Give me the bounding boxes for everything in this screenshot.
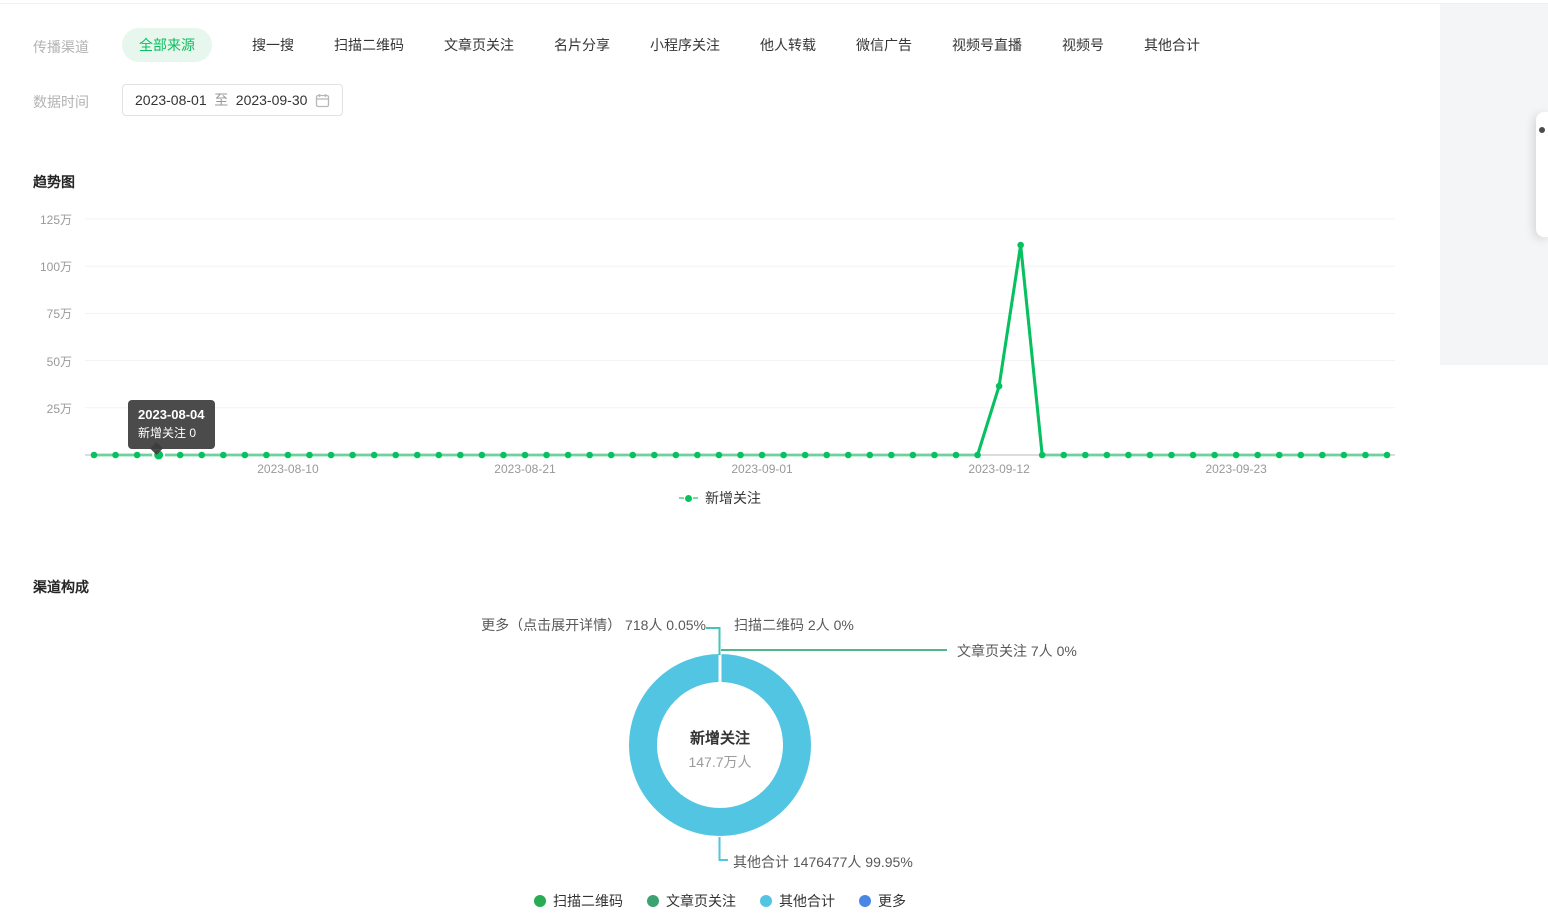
pie-legend-item-2[interactable]: 其他合计 bbox=[760, 891, 835, 911]
y-axis-tick-2: 50万 bbox=[46, 354, 72, 369]
line-series-icon bbox=[679, 494, 698, 502]
x-axis-tick-2: 2023-09-01 bbox=[731, 462, 793, 476]
floating-side-widget[interactable] bbox=[1536, 112, 1548, 237]
tooltip-date: 2023-08-04 bbox=[138, 407, 205, 422]
callout-scan-qr: 扫描二维码 2人 0% bbox=[734, 617, 854, 633]
trend-tooltip: 2023-08-04 新增关注 0 bbox=[128, 400, 215, 455]
trend-legend-label: 新增关注 bbox=[705, 490, 761, 506]
legend-label: 更多 bbox=[878, 893, 906, 909]
x-axis-tick-4: 2023-09-23 bbox=[1205, 462, 1267, 476]
pie-legend-item-0[interactable]: 扫描二维码 bbox=[534, 891, 623, 911]
right-background-panel bbox=[1440, 4, 1548, 365]
donut-center-value: 147.7万人 bbox=[688, 754, 752, 770]
callout-more[interactable]: 更多（点击展开详情） 718人 0.05% bbox=[481, 615, 706, 635]
pie-legend-item-1[interactable]: 文章页关注 bbox=[647, 891, 736, 911]
y-axis-tick-1: 25万 bbox=[46, 401, 72, 416]
donut-center-title: 新增关注 bbox=[689, 730, 750, 747]
legend-label: 文章页关注 bbox=[666, 893, 736, 909]
x-axis-tick-3: 2023-09-12 bbox=[968, 462, 1030, 476]
charts-canvas[interactable] bbox=[0, 0, 1548, 918]
trend-data-points[interactable] bbox=[90, 241, 1391, 462]
x-axis-tick-1: 2023-08-21 bbox=[494, 462, 556, 476]
callout-article-follow: 文章页关注 7人 0% bbox=[957, 643, 1077, 659]
pie-legend: 扫描二维码 文章页关注 其他合计 更多 bbox=[0, 891, 1440, 911]
legend-dot-icon bbox=[859, 895, 871, 907]
y-axis-tick-3: 75万 bbox=[46, 307, 72, 322]
x-axis-tick-0: 2023-08-10 bbox=[257, 462, 319, 476]
legend-dot-icon bbox=[534, 895, 546, 907]
donut-center-text: 新增关注 147.7万人 bbox=[630, 727, 810, 772]
legend-label: 其他合计 bbox=[779, 893, 835, 909]
legend-dot-icon bbox=[647, 895, 659, 907]
callout-other-total: 其他合计 1476477人 99.95% bbox=[733, 854, 913, 870]
y-axis-tick-5: 125万 bbox=[39, 213, 72, 227]
pie-legend-item-3[interactable]: 更多 bbox=[859, 891, 906, 911]
floating-widget-icon bbox=[1539, 127, 1545, 133]
legend-label: 扫描二维码 bbox=[553, 893, 623, 909]
analytics-page: 传播渠道 全部来源 搜一搜 扫描二维码 文章页关注 名片分享 小程序关注 他人转载 微信广告视… bbox=[0, 0, 1548, 918]
y-axis-tick-4: 100万 bbox=[39, 260, 72, 275]
tooltip-value: 新增关注 0 bbox=[138, 426, 197, 440]
trend-legend-item[interactable]: 新增关注 bbox=[0, 488, 1440, 508]
legend-dot-icon bbox=[760, 895, 772, 907]
